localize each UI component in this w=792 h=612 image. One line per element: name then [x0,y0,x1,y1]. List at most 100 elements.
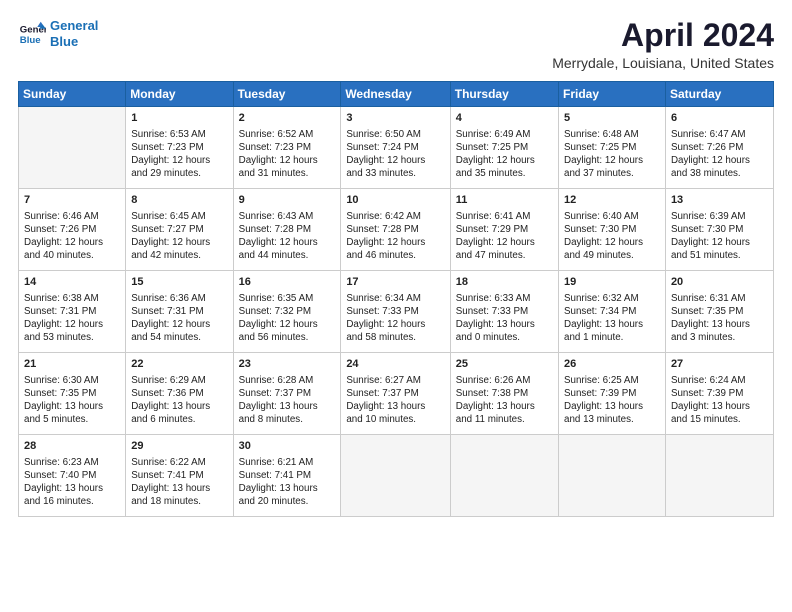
day-number: 24 [346,357,444,372]
day-info: Sunrise: 6:32 AMSunset: 7:34 PMDaylight:… [564,292,660,345]
day-info: Sunrise: 6:27 AMSunset: 7:37 PMDaylight:… [346,374,444,427]
day-number: 16 [239,275,336,290]
day-info: Sunrise: 6:42 AMSunset: 7:28 PMDaylight:… [346,210,444,263]
weekday-header-sunday: Sunday [19,82,126,107]
day-number: 28 [24,439,120,454]
day-info: Sunrise: 6:33 AMSunset: 7:33 PMDaylight:… [456,292,553,345]
calendar-cell: 6Sunrise: 6:47 AMSunset: 7:26 PMDaylight… [665,107,773,189]
day-number: 1 [131,111,227,126]
day-number: 7 [24,193,120,208]
calendar-cell: 20 Sunrise: 6:31 AMSunset: 7:35 PMDayligh… [665,271,773,353]
calendar-cell: 14 Sunrise: 6:38 AMSunset: 7:31 PMDayligh… [19,271,126,353]
weekday-header-row: SundayMondayTuesdayWednesdayThursdayFrid… [19,82,774,107]
calendar-cell [19,107,126,189]
day-info: Sunrise: 6:40 AMSunset: 7:30 PMDaylight:… [564,210,660,263]
weekday-header-saturday: Saturday [665,82,773,107]
calendar-week-4: 21 Sunrise: 6:30 AMSunset: 7:35 PMDayligh… [19,353,774,435]
day-number: 18 [456,275,553,290]
day-info: Sunrise: 6:46 AMSunset: 7:26 PMDaylight:… [24,210,120,263]
day-number: 25 [456,357,553,372]
day-number: 9 [239,193,336,208]
day-number: 19 [564,275,660,290]
weekday-header-tuesday: Tuesday [233,82,341,107]
day-info: Sunrise: 6:53 AMSunset: 7:23 PMDaylight:… [131,128,227,181]
day-info: Sunrise: 6:23 AMSunset: 7:40 PMDaylight:… [24,456,120,509]
calendar-cell: 12 Sunrise: 6:40 AMSunset: 7:30 PMDayligh… [559,189,666,271]
day-info: Sunrise: 6:39 AMSunset: 7:30 PMDaylight:… [671,210,768,263]
logo-line1: General [50,18,98,33]
day-number: 8 [131,193,227,208]
calendar-cell: 1 Sunrise: 6:53 AMSunset: 7:23 PMDaylight… [126,107,233,189]
day-number: 20 [671,275,768,290]
weekday-header-wednesday: Wednesday [341,82,450,107]
calendar-cell [665,435,773,517]
day-info: Sunrise: 6:30 AMSunset: 7:35 PMDaylight:… [24,374,120,427]
day-number: 5 [564,111,660,126]
calendar-week-5: 28 Sunrise: 6:23 AMSunset: 7:40 PMDayligh… [19,435,774,517]
calendar-cell: 22 Sunrise: 6:29 AMSunset: 7:36 PMDayligh… [126,353,233,435]
day-info: Sunrise: 6:26 AMSunset: 7:38 PMDaylight:… [456,374,553,427]
day-number: 4 [456,111,553,126]
day-info: Sunrise: 6:24 AMSunset: 7:39 PMDaylight:… [671,374,768,427]
day-number: 21 [24,357,120,372]
day-info: Sunrise: 6:52 AMSunset: 7:23 PMDaylight:… [239,128,336,181]
day-info: Sunrise: 6:34 AMSunset: 7:33 PMDaylight:… [346,292,444,345]
day-info: Sunrise: 6:31 AMSunset: 7:35 PMDaylight:… [671,292,768,345]
calendar-cell: 18 Sunrise: 6:33 AMSunset: 7:33 PMDayligh… [450,271,558,353]
logo: General Blue General Blue [18,18,98,49]
calendar-cell: 17 Sunrise: 6:34 AMSunset: 7:33 PMDayligh… [341,271,450,353]
calendar-cell: 11Sunrise: 6:41 AMSunset: 7:29 PMDayligh… [450,189,558,271]
calendar-week-2: 7 Sunrise: 6:46 AMSunset: 7:26 PMDaylight… [19,189,774,271]
calendar-cell: 13 Sunrise: 6:39 AMSunset: 7:30 PMDayligh… [665,189,773,271]
day-info: Sunrise: 6:38 AMSunset: 7:31 PMDaylight:… [24,292,120,345]
day-number: 3 [346,111,444,126]
calendar-cell: 15 Sunrise: 6:36 AMSunset: 7:31 PMDayligh… [126,271,233,353]
day-number: 22 [131,357,227,372]
day-info: Sunrise: 6:21 AMSunset: 7:41 PMDaylight:… [239,456,336,509]
weekday-header-thursday: Thursday [450,82,558,107]
weekday-header-monday: Monday [126,82,233,107]
calendar-cell: 8 Sunrise: 6:45 AMSunset: 7:27 PMDaylight… [126,189,233,271]
calendar-cell: 30 Sunrise: 6:21 AMSunset: 7:41 PMDayligh… [233,435,341,517]
header: General Blue General Blue April 2024 Mer… [18,18,774,71]
calendar-week-3: 14 Sunrise: 6:38 AMSunset: 7:31 PMDayligh… [19,271,774,353]
logo-icon: General Blue [18,20,46,48]
day-number: 6 [671,111,768,126]
calendar-subtitle: Merrydale, Louisiana, United States [552,55,774,71]
day-info: Sunrise: 6:35 AMSunset: 7:32 PMDaylight:… [239,292,336,345]
day-number: 23 [239,357,336,372]
day-number: 30 [239,439,336,454]
calendar-cell: 5 Sunrise: 6:48 AMSunset: 7:25 PMDaylight… [559,107,666,189]
day-number: 26 [564,357,660,372]
day-info: Sunrise: 6:36 AMSunset: 7:31 PMDaylight:… [131,292,227,345]
calendar-cell: 19 Sunrise: 6:32 AMSunset: 7:34 PMDayligh… [559,271,666,353]
calendar-cell: 9Sunrise: 6:43 AMSunset: 7:28 PMDaylight… [233,189,341,271]
day-number: 11 [456,193,553,208]
calendar-cell: 23 Sunrise: 6:28 AMSunset: 7:37 PMDayligh… [233,353,341,435]
calendar-week-1: 1 Sunrise: 6:53 AMSunset: 7:23 PMDaylight… [19,107,774,189]
day-number: 17 [346,275,444,290]
day-info: Sunrise: 6:48 AMSunset: 7:25 PMDaylight:… [564,128,660,181]
calendar-cell: 10 Sunrise: 6:42 AMSunset: 7:28 PMDayligh… [341,189,450,271]
day-info: Sunrise: 6:28 AMSunset: 7:37 PMDaylight:… [239,374,336,427]
calendar-cell: 16 Sunrise: 6:35 AMSunset: 7:32 PMDayligh… [233,271,341,353]
day-info: Sunrise: 6:25 AMSunset: 7:39 PMDaylight:… [564,374,660,427]
day-number: 14 [24,275,120,290]
calendar-cell: 26 Sunrise: 6:25 AMSunset: 7:39 PMDayligh… [559,353,666,435]
calendar-cell: 7 Sunrise: 6:46 AMSunset: 7:26 PMDaylight… [19,189,126,271]
calendar-cell: 28 Sunrise: 6:23 AMSunset: 7:40 PMDayligh… [19,435,126,517]
calendar-cell: 2Sunrise: 6:52 AMSunset: 7:23 PMDaylight… [233,107,341,189]
calendar-cell: 21 Sunrise: 6:30 AMSunset: 7:35 PMDayligh… [19,353,126,435]
day-info: Sunrise: 6:49 AMSunset: 7:25 PMDaylight:… [456,128,553,181]
day-number: 15 [131,275,227,290]
day-number: 13 [671,193,768,208]
day-info: Sunrise: 6:45 AMSunset: 7:27 PMDaylight:… [131,210,227,263]
day-info: Sunrise: 6:50 AMSunset: 7:24 PMDaylight:… [346,128,444,181]
calendar-cell: 29Sunrise: 6:22 AMSunset: 7:41 PMDayligh… [126,435,233,517]
day-number: 10 [346,193,444,208]
weekday-header-friday: Friday [559,82,666,107]
day-info: Sunrise: 6:29 AMSunset: 7:36 PMDaylight:… [131,374,227,427]
logo-text: General Blue [50,18,98,49]
calendar-cell: 24 Sunrise: 6:27 AMSunset: 7:37 PMDayligh… [341,353,450,435]
day-number: 12 [564,193,660,208]
